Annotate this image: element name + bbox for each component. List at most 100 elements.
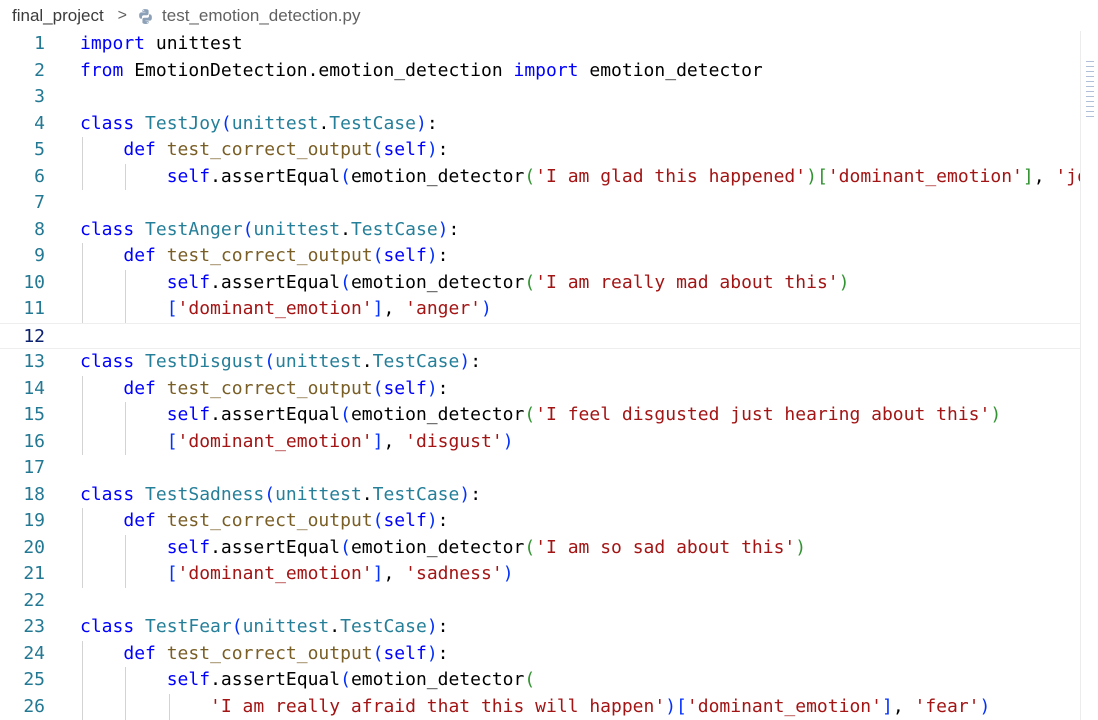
code-line[interactable]: 26 'I am really afraid that this will ha… (0, 694, 1080, 720)
code-line[interactable]: 6 self.assertEqual(emotion_detector('I a… (0, 164, 1080, 191)
indent-guide (125, 428, 127, 455)
code-line[interactable]: 1 import unittest (0, 31, 1080, 58)
code-line[interactable]: 16 ['dominant_emotion'], 'disgust') (0, 429, 1080, 456)
code-text: class TestAnger(unittest.TestCase): (80, 218, 460, 240)
line-number: 15 (23, 404, 45, 425)
code-line[interactable]: 8 class TestAnger(unittest.TestCase): (0, 217, 1080, 244)
code-text: class TestFear(unittest.TestCase): (80, 616, 449, 637)
code-line[interactable]: 20 self.assertEqual(emotion_detector('I … (0, 535, 1080, 562)
indent-guide (125, 667, 127, 694)
code-text: class TestDisgust(unittest.TestCase): (80, 351, 482, 372)
breadcrumb-file[interactable]: test_emotion_detection.py (162, 6, 360, 26)
indent-guide (82, 163, 83, 190)
code-text: def test_correct_output(self): (123, 642, 449, 664)
code-text: self.assertEqual(emotion_detector( (166, 669, 536, 690)
code-text: from EmotionDetection.emotion_detection … (80, 59, 763, 81)
line-number: 1 (34, 33, 45, 54)
code-line[interactable]: 9 def test_correct_output(self): (0, 243, 1080, 270)
vertical-scrollbar[interactable] (1080, 31, 1098, 720)
indent-guide (82, 402, 83, 429)
line-number: 24 (23, 642, 45, 664)
line-number: 21 (23, 563, 45, 584)
python-icon (137, 8, 154, 25)
line-number: 12 (23, 325, 45, 347)
code-line[interactable]: 2 from EmotionDetection.emotion_detection… (0, 58, 1080, 85)
code-text: self.assertEqual(emotion_detector('I am … (166, 536, 807, 558)
indent-guide (82, 693, 83, 720)
indent-guide (125, 561, 127, 588)
code-editor[interactable]: 1 import unittest 2 from EmotionDetection.e… (0, 31, 1080, 720)
code-line[interactable]: 19 def test_correct_output(self): (0, 508, 1080, 535)
indent-guide (82, 243, 83, 270)
breadcrumb-folder[interactable]: final_project (12, 6, 104, 26)
line-number: 23 (23, 616, 45, 637)
breadcrumb: final_project > test_emotion_detection.p… (0, 0, 1098, 32)
code-line[interactable]: 21 ['dominant_emotion'], 'sadness') (0, 561, 1080, 588)
code-line[interactable]: 15 self.assertEqual(emotion_detector('I … (0, 402, 1080, 429)
code-line[interactable]: 13 class TestDisgust(unittest.TestCase): (0, 349, 1080, 376)
code-text: def test_correct_output(self): (123, 377, 449, 399)
indent-guide (82, 640, 83, 667)
line-number: 20 (23, 536, 45, 558)
code-line[interactable]: 14 def test_correct_output(self): (0, 376, 1080, 403)
line-number: 25 (23, 669, 45, 690)
code-line[interactable]: 11 ['dominant_emotion'], 'anger') (0, 296, 1080, 323)
code-line[interactable]: 24 def test_correct_output(self): (0, 641, 1080, 668)
code-line[interactable]: 25 self.assertEqual(emotion_detector( (0, 667, 1080, 694)
indent-guide (82, 269, 83, 296)
code-text: def test_correct_output(self): (123, 245, 449, 266)
line-number: 22 (23, 589, 45, 611)
code-line[interactable]: 17 (0, 455, 1080, 482)
indent-guide (82, 296, 83, 323)
code-text: self.assertEqual(emotion_detector('I fee… (166, 404, 1002, 425)
code-text: ['dominant_emotion'], 'sadness') (166, 563, 514, 584)
code-text: ['dominant_emotion'], 'anger') (166, 298, 492, 319)
code-text: import unittest (80, 33, 243, 54)
code-line[interactable]: 22 (0, 588, 1080, 615)
line-number: 19 (23, 510, 45, 531)
indent-guide (82, 561, 83, 588)
code-line[interactable]: 3 (0, 84, 1080, 111)
indent-guide (82, 534, 83, 561)
code-line[interactable]: 10 self.assertEqual(emotion_detector('I … (0, 270, 1080, 297)
line-number: 16 (23, 430, 45, 452)
indent-guide (125, 693, 127, 720)
line-number: 5 (34, 139, 45, 160)
indent-guide (82, 508, 83, 535)
line-number: 2 (34, 59, 45, 81)
code-text: def test_correct_output(self): (123, 139, 449, 160)
indent-guide (125, 534, 127, 561)
line-number: 4 (34, 112, 45, 134)
line-number: 3 (34, 86, 45, 107)
indent-guide (82, 428, 83, 455)
indent-guide (82, 137, 83, 164)
code-line[interactable]: 23 class TestFear(unittest.TestCase): (0, 614, 1080, 641)
code-text: self.assertEqual(emotion_detector('I am … (166, 165, 1080, 187)
indent-guide (82, 375, 83, 402)
indent-guide (125, 296, 127, 323)
line-number: 18 (23, 483, 45, 505)
code-text: def test_correct_output(self): (123, 510, 449, 531)
code-line[interactable]: 12 (0, 322, 1080, 349)
line-number: 14 (23, 377, 45, 399)
code-text: class TestSadness(unittest.TestCase): (80, 483, 482, 505)
chevron-right-icon: > (117, 7, 128, 24)
line-number: 7 (34, 192, 45, 213)
code-text: self.assertEqual(emotion_detector('I am … (166, 271, 850, 293)
code-line[interactable]: 7 (0, 190, 1080, 217)
code-line[interactable]: 18 class TestSadness(unittest.TestCase): (0, 482, 1080, 509)
overview-ruler-marks (1086, 61, 1094, 119)
code-line[interactable]: 4 class TestJoy(unittest.TestCase): (0, 111, 1080, 138)
indent-guide (125, 269, 127, 296)
line-number: 17 (23, 457, 45, 478)
indent-guide (125, 402, 127, 429)
line-number: 6 (34, 165, 45, 187)
line-number: 13 (23, 351, 45, 372)
indent-guide (82, 667, 83, 694)
code-line[interactable]: 5 def test_correct_output(self): (0, 137, 1080, 164)
line-number: 26 (23, 695, 45, 717)
line-number: 10 (23, 271, 45, 293)
line-number: 9 (34, 245, 45, 266)
code-text: ['dominant_emotion'], 'disgust') (166, 430, 514, 452)
indent-guide (125, 163, 127, 190)
